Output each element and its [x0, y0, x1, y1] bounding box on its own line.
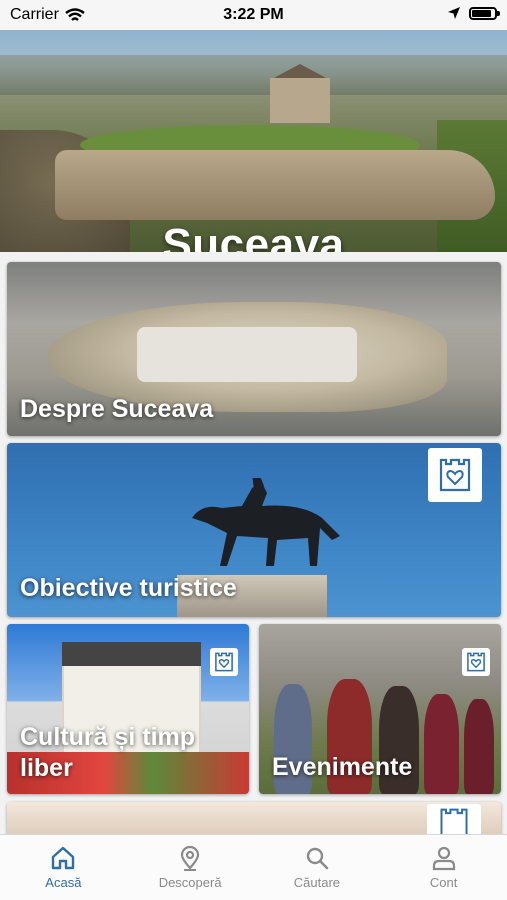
tab-descopera[interactable]: Descoperă — [127, 835, 254, 900]
card-badge — [210, 648, 238, 676]
tab-label: Cont — [429, 875, 458, 890]
card-label: Evenimente — [272, 753, 413, 781]
card-obiective-turistice[interactable]: Obiective turistice — [7, 443, 501, 617]
user-icon — [432, 846, 455, 871]
card-evenimente[interactable]: Evenimente — [259, 624, 501, 794]
battery-icon — [469, 6, 500, 20]
home-icon — [52, 846, 75, 870]
card-image-building-roof — [62, 642, 201, 666]
card-image-fortress-courtyard — [137, 327, 357, 382]
bottom-tab-bar: Acasă Descoperă Căutare Cont — [0, 834, 507, 900]
location-pin-icon — [181, 845, 200, 871]
tab-label: Acasă — [45, 875, 82, 890]
card-image-equestrian-statue — [192, 478, 340, 566]
hero-title: Suceava — [162, 220, 345, 252]
castle-heart-icon — [439, 458, 471, 492]
status-bar: Carrier 3:22 PM — [0, 0, 507, 30]
card-label: Obiective turistice — [20, 574, 237, 602]
hero-banner: Suceava — [0, 30, 507, 252]
card-image-person — [424, 694, 459, 794]
hero-fortress-wall — [55, 150, 495, 220]
card-image-person — [464, 699, 494, 794]
search-icon — [306, 847, 329, 870]
battery-level — [472, 9, 491, 17]
hero-keep-tower — [270, 78, 330, 123]
card-badge — [428, 448, 482, 502]
tab-cont[interactable]: Cont — [380, 835, 507, 900]
card-badge — [462, 648, 490, 676]
card-label: Despre Suceava — [20, 395, 214, 423]
location-arrow-icon — [448, 7, 460, 19]
tab-label: Căutare — [293, 875, 340, 890]
castle-heart-icon — [215, 652, 233, 672]
tab-cautare[interactable]: Căutare — [254, 835, 381, 900]
status-right-group — [447, 6, 500, 20]
card-despre-suceava[interactable]: Despre Suceava — [7, 262, 501, 436]
clock: 3:22 PM — [223, 6, 284, 23]
card-label: Cultură și timp liber — [20, 723, 196, 782]
card-cultura-si-timp-liber[interactable]: Cultură și timp liber — [7, 624, 249, 794]
hero-city-background — [0, 55, 507, 95]
tab-label: Descoperă — [158, 875, 222, 890]
tab-acasa[interactable]: Acasă — [0, 835, 127, 900]
castle-heart-icon — [467, 652, 485, 672]
